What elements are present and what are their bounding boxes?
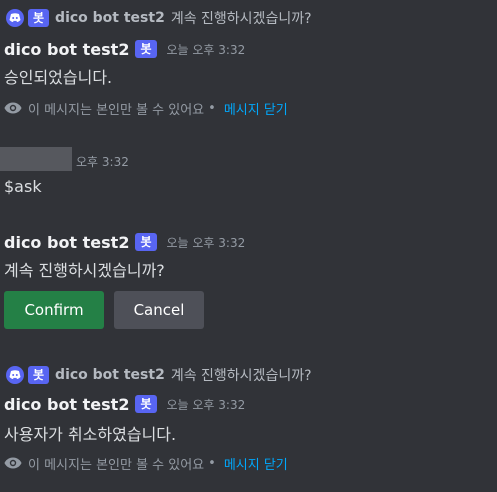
timestamp: 오후 3:32 [76, 154, 129, 169]
timestamp: 오늘 오후 3:32 [166, 235, 246, 250]
discord-logo-icon [6, 9, 24, 27]
bot-tag: 봇 [135, 40, 157, 58]
timestamp: 오늘 오후 3:32 [166, 42, 246, 57]
message-content: 계속 진행하시겠습니까? [4, 261, 165, 280]
bot-tag: 봇 [28, 9, 50, 27]
bot-tag: 봇 [28, 366, 50, 384]
message-content: 승인되었습니다. [4, 68, 113, 87]
confirm-button[interactable]: Confirm [4, 291, 104, 329]
reply-reference[interactable]: 봇 dico bot test2 계속 진행하시겠습니까? [6, 365, 312, 385]
reference-content[interactable]: 계속 진행하시겠습니까? [171, 8, 312, 28]
discord-logo-icon [6, 366, 24, 384]
separator: • [208, 100, 216, 116]
message-header: dico bot test2 봇 오늘 오후 3:32 [4, 231, 245, 253]
redacted-username [0, 147, 72, 171]
ephemeral-notice: 이 메시지는 본인만 볼 수 있어요 • 메시지 닫기 [4, 98, 288, 118]
dismiss-message-link[interactable]: 메시지 닫기 [224, 454, 288, 473]
message-content: 사용자가 취소하였습니다. [4, 425, 177, 444]
bot-tag: 봇 [135, 395, 157, 413]
dismiss-message-link[interactable]: 메시지 닫기 [224, 99, 288, 118]
ephemeral-text: 이 메시지는 본인만 볼 수 있어요 [28, 102, 205, 118]
bot-tag: 봇 [135, 233, 157, 251]
reference-content[interactable]: 계속 진행하시겠습니까? [171, 365, 312, 385]
author-name[interactable]: dico bot test2 [4, 40, 129, 59]
cancel-button[interactable]: Cancel [114, 291, 204, 329]
author-name[interactable]: dico bot test2 [4, 395, 129, 414]
separator: • [208, 455, 216, 471]
timestamp: 오늘 오후 3:32 [166, 397, 246, 412]
message-content: $ask [4, 177, 42, 196]
author-name[interactable]: dico bot test2 [4, 233, 129, 252]
message-header: dico bot test2 봇 오늘 오후 3:32 [4, 38, 245, 60]
message-header: dico bot test2 봇 오늘 오후 3:32 [4, 393, 245, 415]
ephemeral-text: 이 메시지는 본인만 볼 수 있어요 [28, 457, 205, 473]
reference-author[interactable]: dico bot test2 [55, 367, 165, 383]
reference-author[interactable]: dico bot test2 [55, 10, 165, 26]
eye-icon [4, 457, 22, 469]
eye-icon [4, 102, 22, 114]
reply-reference[interactable]: 봇 dico bot test2 계속 진행하시겠습니까? [6, 8, 312, 28]
chat-panel: 봇 dico bot test2 계속 진행하시겠습니까? dico bot t… [0, 0, 497, 492]
ephemeral-notice: 이 메시지는 본인만 볼 수 있어요 • 메시지 닫기 [4, 453, 288, 473]
